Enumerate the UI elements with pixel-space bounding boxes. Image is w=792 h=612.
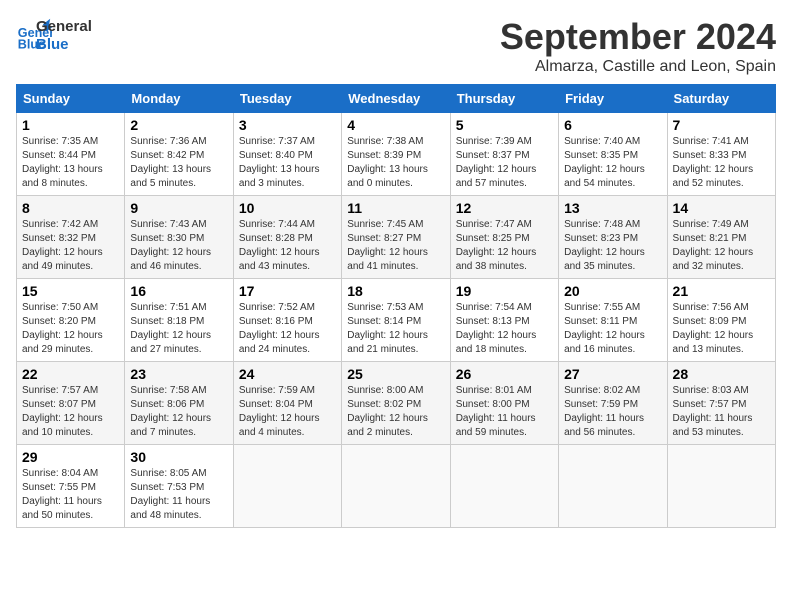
table-row: 2 Sunrise: 7:36 AMSunset: 8:42 PMDayligh… [125,113,233,196]
table-row: 28 Sunrise: 8:03 AMSunset: 7:57 PMDaylig… [667,362,775,445]
table-row: 12 Sunrise: 7:47 AMSunset: 8:25 PMDaylig… [450,196,558,279]
table-row: 23 Sunrise: 7:58 AMSunset: 8:06 PMDaylig… [125,362,233,445]
table-row [233,445,341,528]
table-row: 22 Sunrise: 7:57 AMSunset: 8:07 PMDaylig… [17,362,125,445]
table-row: 30 Sunrise: 8:05 AMSunset: 7:53 PMDaylig… [125,445,233,528]
table-row: 11 Sunrise: 7:45 AMSunset: 8:27 PMDaylig… [342,196,450,279]
title-area: September 2024 Almarza, Castille and Leo… [500,16,776,76]
table-row: 3 Sunrise: 7:37 AMSunset: 8:40 PMDayligh… [233,113,341,196]
calendar-table: Sunday Monday Tuesday Wednesday Thursday… [16,84,776,528]
table-row: 17 Sunrise: 7:52 AMSunset: 8:16 PMDaylig… [233,279,341,362]
table-row: 18 Sunrise: 7:53 AMSunset: 8:14 PMDaylig… [342,279,450,362]
header-monday: Monday [125,85,233,113]
calendar-row: 29 Sunrise: 8:04 AMSunset: 7:55 PMDaylig… [17,445,776,528]
header-friday: Friday [559,85,667,113]
header-thursday: Thursday [450,85,558,113]
table-row: 26 Sunrise: 8:01 AMSunset: 8:00 PMDaylig… [450,362,558,445]
table-row: 9 Sunrise: 7:43 AMSunset: 8:30 PMDayligh… [125,196,233,279]
calendar-row: 15 Sunrise: 7:50 AMSunset: 8:20 PMDaylig… [17,279,776,362]
table-row [342,445,450,528]
table-row: 1 Sunrise: 7:35 AMSunset: 8:44 PMDayligh… [17,113,125,196]
table-row [667,445,775,528]
logo: General Blue General Blue [16,16,92,54]
header-tuesday: Tuesday [233,85,341,113]
table-row: 8 Sunrise: 7:42 AMSunset: 8:32 PMDayligh… [17,196,125,279]
header-sunday: Sunday [17,85,125,113]
table-row: 4 Sunrise: 7:38 AMSunset: 8:39 PMDayligh… [342,113,450,196]
header-wednesday: Wednesday [342,85,450,113]
table-row [559,445,667,528]
table-row: 24 Sunrise: 7:59 AMSunset: 8:04 PMDaylig… [233,362,341,445]
month-title: September 2024 [500,16,776,58]
header-saturday: Saturday [667,85,775,113]
table-row [450,445,558,528]
days-header-row: Sunday Monday Tuesday Wednesday Thursday… [17,85,776,113]
table-row: 7 Sunrise: 7:41 AMSunset: 8:33 PMDayligh… [667,113,775,196]
table-row: 15 Sunrise: 7:50 AMSunset: 8:20 PMDaylig… [17,279,125,362]
table-row: 5 Sunrise: 7:39 AMSunset: 8:37 PMDayligh… [450,113,558,196]
header: General Blue General Blue September 2024… [16,16,776,76]
logo-line2: Blue [36,36,92,54]
logo-line1: General [36,18,92,36]
calendar-row: 8 Sunrise: 7:42 AMSunset: 8:32 PMDayligh… [17,196,776,279]
table-row: 13 Sunrise: 7:48 AMSunset: 8:23 PMDaylig… [559,196,667,279]
table-row: 25 Sunrise: 8:00 AMSunset: 8:02 PMDaylig… [342,362,450,445]
location-title: Almarza, Castille and Leon, Spain [500,58,776,76]
calendar-row: 1 Sunrise: 7:35 AMSunset: 8:44 PMDayligh… [17,113,776,196]
table-row: 16 Sunrise: 7:51 AMSunset: 8:18 PMDaylig… [125,279,233,362]
table-row: 21 Sunrise: 7:56 AMSunset: 8:09 PMDaylig… [667,279,775,362]
calendar-row: 22 Sunrise: 7:57 AMSunset: 8:07 PMDaylig… [17,362,776,445]
table-row: 29 Sunrise: 8:04 AMSunset: 7:55 PMDaylig… [17,445,125,528]
table-row: 20 Sunrise: 7:55 AMSunset: 8:11 PMDaylig… [559,279,667,362]
table-row: 6 Sunrise: 7:40 AMSunset: 8:35 PMDayligh… [559,113,667,196]
table-row: 14 Sunrise: 7:49 AMSunset: 8:21 PMDaylig… [667,196,775,279]
table-row: 19 Sunrise: 7:54 AMSunset: 8:13 PMDaylig… [450,279,558,362]
table-row: 10 Sunrise: 7:44 AMSunset: 8:28 PMDaylig… [233,196,341,279]
table-row: 27 Sunrise: 8:02 AMSunset: 7:59 PMDaylig… [559,362,667,445]
